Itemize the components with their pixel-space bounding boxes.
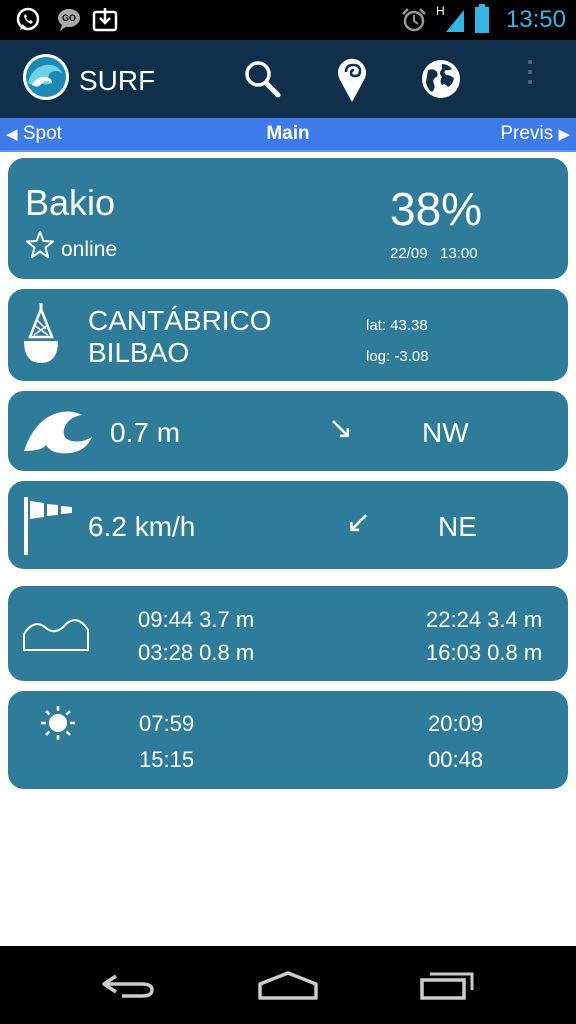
globe-icon[interactable]: [420, 58, 462, 105]
arrow-left-icon: ◀: [6, 126, 18, 143]
buoy-region: CANTÁBRICO: [88, 305, 272, 336]
tides-card[interactable]: 09:44 3.7 m 03:28 0.8 m 22:24 3.4 m 16:0…: [8, 586, 568, 681]
download-icon: [92, 6, 118, 39]
tide-high-right: 22:24 3.4 m: [426, 607, 543, 632]
buoy-icon: [22, 301, 60, 372]
alarm-icon: [400, 6, 428, 39]
spot-name: Bakio: [25, 182, 116, 223]
spot-card[interactable]: Bakio online 38% 22/09 13:00: [8, 158, 568, 279]
spot-time: 13:00: [440, 245, 478, 262]
wave-direction: NW: [422, 417, 469, 448]
whatsapp-icon: [14, 6, 42, 39]
spot-percentage: 38%: [390, 183, 483, 235]
moonrise-time: 15:15: [139, 747, 195, 772]
buoy-location: BILBAO: [88, 337, 190, 368]
sunset-time: 20:09: [428, 711, 484, 736]
sun-moon-card[interactable]: 07:59 15:15 20:09 00:48: [8, 691, 568, 789]
moon-icon: [44, 741, 76, 782]
status-bar: GO H 13:50: [0, 0, 576, 40]
home-icon[interactable]: [256, 970, 320, 1007]
buoy-card[interactable]: CANTÁBRICO BILBAO lat: 43.38 log: -3.08: [8, 289, 568, 381]
signal-icon: [444, 6, 466, 39]
nav-next-previs[interactable]: Previs ▶: [500, 123, 570, 145]
wind-card[interactable]: 6.2 km/h ↙ NE: [8, 481, 568, 569]
wave-direction-arrow-icon: ↘: [328, 412, 354, 445]
nav-right-label: Previs: [500, 123, 554, 144]
chat-icon: GO: [56, 6, 82, 39]
tide-chart-icon: [22, 614, 92, 659]
moonset-time: 00:48: [428, 747, 484, 772]
wave-card[interactable]: 0.7 m ↘ NW: [8, 391, 568, 471]
system-navigation-bar: [0, 946, 576, 1024]
recent-apps-icon[interactable]: [418, 968, 478, 1007]
back-icon[interactable]: [98, 970, 158, 1007]
star-icon[interactable]: [25, 230, 55, 265]
wave-icon: [22, 407, 94, 460]
navigation-bar: ◀ Spot Main Previs ▶: [0, 118, 576, 152]
nav-current-page: Main: [266, 123, 310, 144]
tide-high-left: 09:44 3.7 m: [138, 607, 255, 632]
sunrise-time: 07:59: [139, 711, 195, 736]
battery-icon: [474, 4, 490, 39]
spot-date: 22/09: [390, 245, 428, 262]
spot-status: online: [61, 238, 118, 261]
buoy-latitude: lat: 43.38: [366, 317, 428, 334]
svg-text:GO: GO: [62, 13, 76, 23]
action-bar: SURF: [0, 40, 576, 118]
wave-height: 0.7 m: [110, 417, 181, 448]
app-logo[interactable]: [22, 53, 70, 106]
arrow-right-icon: ▶: [558, 126, 570, 143]
wind-direction: NE: [438, 511, 477, 542]
sun-icon: [40, 705, 76, 746]
search-icon[interactable]: [243, 59, 281, 104]
clock: 13:50: [505, 6, 566, 33]
wind-direction-arrow-icon: ↙: [346, 506, 372, 539]
app-title: SURF: [79, 65, 156, 96]
windsock-icon: [22, 493, 78, 562]
tide-low-right: 16:03 0.8 m: [426, 640, 543, 665]
nav-left-label: Spot: [22, 123, 62, 144]
tide-low-left: 03:28 0.8 m: [138, 640, 255, 665]
buoy-longitude: log: -3.08: [366, 348, 429, 365]
overflow-menu-icon[interactable]: [528, 60, 536, 90]
nav-previous-spot[interactable]: ◀ Spot: [6, 123, 62, 145]
wind-speed: 6.2 km/h: [88, 511, 196, 542]
location-pin-icon[interactable]: [334, 52, 370, 109]
